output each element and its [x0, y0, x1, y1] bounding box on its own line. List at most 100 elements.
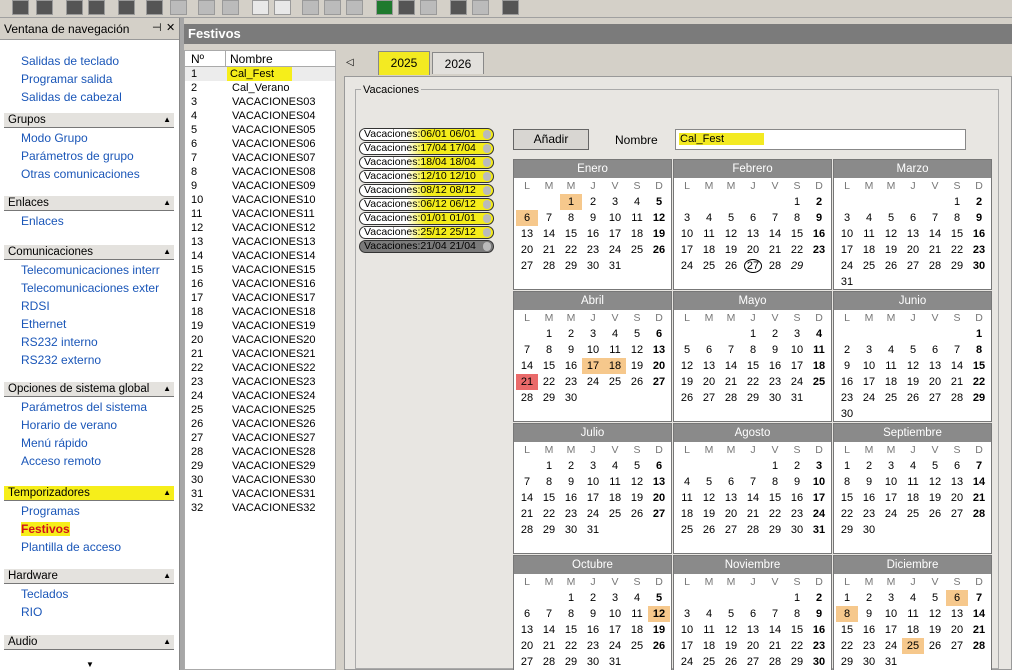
day-cell[interactable]: 12 — [648, 606, 670, 622]
day-cell[interactable]: 25 — [698, 258, 720, 274]
day-cell[interactable]: 24 — [858, 390, 880, 406]
add-button[interactable]: Añadir — [513, 129, 589, 150]
day-cell[interactable]: 7 — [764, 210, 786, 226]
day-cell[interactable]: 20 — [946, 622, 968, 638]
day-cell[interactable]: 29 — [836, 654, 858, 670]
day-cell[interactable]: 7 — [538, 210, 560, 226]
paste-icon[interactable] — [88, 0, 105, 15]
day-cell[interactable]: 18 — [880, 374, 902, 390]
tab-2026[interactable]: 2026 — [432, 52, 484, 74]
day-cell[interactable]: 18 — [676, 506, 698, 522]
close-icon[interactable]: ✕ — [166, 22, 175, 34]
day-cell[interactable]: 6 — [720, 474, 742, 490]
day-cell[interactable]: 28 — [946, 390, 968, 406]
day-cell[interactable]: 8 — [786, 210, 808, 226]
day-cell[interactable]: 7 — [946, 342, 968, 358]
day-cell[interactable]: 7 — [968, 590, 990, 606]
day-cell[interactable]: 29 — [560, 654, 582, 670]
day-cell[interactable]: 1 — [538, 458, 560, 474]
day-cell[interactable]: 13 — [698, 358, 720, 374]
day-cell[interactable]: 20 — [902, 242, 924, 258]
help2-icon[interactable] — [472, 0, 489, 15]
day-cell[interactable]: 20 — [742, 638, 764, 654]
day-cell[interactable]: 21 — [924, 242, 946, 258]
vacation-item[interactable]: Vacaciones:17/04 17/04 — [359, 142, 494, 155]
day-cell[interactable]: 11 — [698, 226, 720, 242]
day-cell[interactable]: 17 — [676, 242, 698, 258]
day-cell[interactable]: 2 — [968, 194, 990, 210]
day-cell[interactable]: 29 — [538, 522, 560, 538]
day-cell[interactable]: 4 — [698, 210, 720, 226]
day-cell[interactable]: 22 — [786, 242, 808, 258]
day-cell[interactable]: 9 — [786, 474, 808, 490]
user-icon[interactable] — [170, 0, 187, 15]
nav-item-otras-comunicaciones[interactable]: Otras comunicaciones — [21, 167, 140, 181]
day-cell[interactable]: 21 — [516, 506, 538, 522]
save-icon[interactable] — [12, 0, 29, 15]
day-cell[interactable]: 18 — [858, 242, 880, 258]
nav-item-rio[interactable]: RIO — [21, 605, 42, 619]
day-cell[interactable]: 24 — [880, 506, 902, 522]
day-cell[interactable]: 23 — [560, 506, 582, 522]
day-cell[interactable]: 16 — [560, 490, 582, 506]
day-cell[interactable]: 15 — [538, 358, 560, 374]
day-cell[interactable]: 3 — [582, 458, 604, 474]
calculator-icon[interactable] — [346, 0, 363, 15]
day-cell[interactable]: 6 — [648, 458, 670, 474]
day-cell[interactable]: 18 — [808, 358, 830, 374]
day-cell[interactable]: 11 — [902, 606, 924, 622]
day-cell[interactable]: 5 — [648, 590, 670, 606]
day-cell[interactable]: 21 — [968, 622, 990, 638]
day-cell[interactable]: 30 — [582, 654, 604, 670]
day-cell[interactable]: 5 — [880, 210, 902, 226]
day-cell[interactable]: 25 — [626, 242, 648, 258]
vacation-item[interactable]: Vacaciones:08/12 08/12 — [359, 184, 494, 197]
copy-icon[interactable] — [66, 0, 83, 15]
day-cell[interactable]: 19 — [648, 622, 670, 638]
day-cell[interactable]: 24 — [604, 638, 626, 654]
day-cell[interactable]: 1 — [836, 590, 858, 606]
card-icon[interactable] — [398, 0, 415, 15]
day-cell[interactable]: 21 — [946, 374, 968, 390]
day-cell[interactable]: 10 — [604, 210, 626, 226]
day-cell[interactable]: 1 — [560, 194, 582, 210]
day-cell[interactable]: 7 — [720, 342, 742, 358]
day-cell[interactable]: 6 — [698, 342, 720, 358]
day-cell[interactable]: 4 — [604, 326, 626, 342]
list-item[interactable]: 23 VACACIONES23 — [185, 375, 335, 389]
day-cell[interactable]: 13 — [516, 622, 538, 638]
day-cell[interactable]: 27 — [946, 638, 968, 654]
day-cell[interactable]: 26 — [648, 242, 670, 258]
day-cell[interactable]: 19 — [626, 358, 648, 374]
day-cell[interactable]: 16 — [968, 226, 990, 242]
nav-item-salidas-de-teclado[interactable]: Salidas de teclado — [21, 54, 119, 68]
day-cell[interactable]: 30 — [786, 522, 808, 538]
nav-item-ethernet[interactable]: Ethernet — [21, 317, 66, 331]
day-cell[interactable]: 9 — [560, 474, 582, 490]
day-cell[interactable]: 25 — [808, 374, 830, 390]
day-cell[interactable]: 13 — [742, 622, 764, 638]
nav-item-salidas-de-cabezal[interactable]: Salidas de cabezal — [21, 90, 122, 104]
day-cell[interactable]: 14 — [764, 622, 786, 638]
day-cell[interactable]: 22 — [968, 374, 990, 390]
day-cell[interactable]: 14 — [968, 606, 990, 622]
nav-item-par-metros-de-grupo[interactable]: Parámetros de grupo — [21, 149, 134, 163]
day-cell[interactable]: 23 — [582, 638, 604, 654]
day-cell[interactable]: 3 — [604, 194, 626, 210]
day-cell[interactable]: 10 — [582, 342, 604, 358]
day-cell[interactable]: 23 — [582, 242, 604, 258]
list-item[interactable]: 12 VACACIONES12 — [185, 221, 335, 235]
day-cell[interactable]: 19 — [902, 374, 924, 390]
column-header-name[interactable]: Nombre — [230, 51, 273, 67]
day-cell[interactable]: 20 — [516, 242, 538, 258]
list-item[interactable]: 28 VACACIONES28 — [185, 445, 335, 459]
day-cell[interactable]: 23 — [968, 242, 990, 258]
day-cell[interactable]: 1 — [946, 194, 968, 210]
nav-item-programas[interactable]: Programas — [21, 504, 80, 518]
day-cell[interactable]: 22 — [538, 374, 560, 390]
day-cell[interactable]: 1 — [786, 194, 808, 210]
day-cell[interactable]: 10 — [786, 342, 808, 358]
day-cell[interactable]: 30 — [858, 522, 880, 538]
day-cell[interactable]: 28 — [764, 258, 786, 274]
day-cell[interactable]: 28 — [720, 390, 742, 406]
